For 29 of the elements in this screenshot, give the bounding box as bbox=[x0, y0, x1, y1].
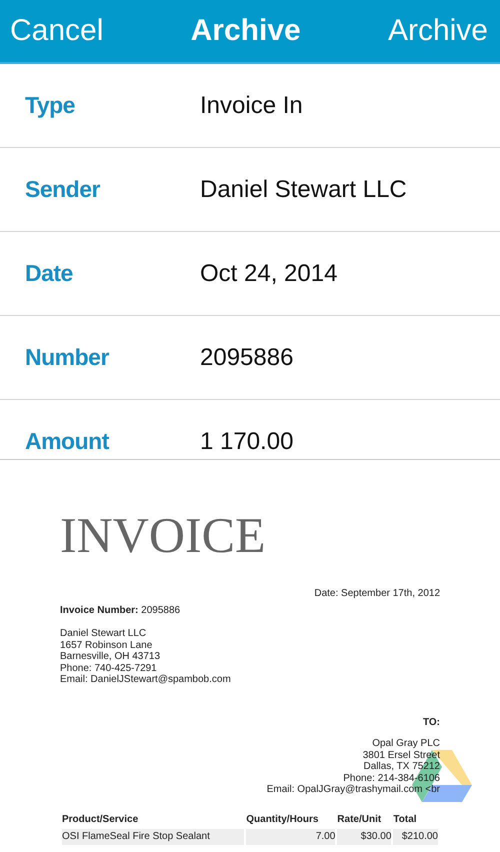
field-label: Sender bbox=[25, 176, 102, 203]
sender-address-line: Daniel Stewart LLC bbox=[60, 628, 148, 640]
recipient-address-line: Opal Gray PLC bbox=[372, 738, 440, 750]
field-label: Date bbox=[25, 260, 74, 287]
to-label: TO: bbox=[422, 716, 440, 728]
column-header: Rate/Unit bbox=[337, 812, 382, 826]
field-value[interactable]: 1 170.00 bbox=[200, 428, 294, 456]
invoice-date: Date: September 17th, 2012 bbox=[314, 588, 440, 599]
sender-address-line: Email: DanielJStewart@spambob.com bbox=[60, 674, 232, 686]
table-cell: 7.00 bbox=[246, 829, 336, 844]
field-value[interactable]: Oct 24, 2014 bbox=[200, 260, 338, 288]
invoice-heading: INVOICE bbox=[60, 510, 267, 560]
sender-address-line: Barnesville, OH 43713 bbox=[60, 651, 162, 662]
field-value[interactable]: Invoice In bbox=[200, 92, 303, 120]
field-label: Type bbox=[25, 92, 76, 119]
sender-address-line: Phone: 740-425-7291 bbox=[60, 662, 158, 674]
field-value[interactable]: Daniel Stewart LLC bbox=[200, 176, 407, 204]
screen-title: Archive bbox=[190, 14, 301, 48]
field-label: Number bbox=[25, 344, 110, 371]
field-value[interactable]: 2095886 bbox=[200, 344, 294, 372]
column-header: Total bbox=[393, 812, 418, 826]
field-label: Amount bbox=[25, 428, 110, 455]
table-cell: $30.00 bbox=[337, 829, 392, 844]
column-header: Product/Service bbox=[62, 812, 140, 826]
table-cell: $210.00 bbox=[393, 829, 438, 844]
invoice-number: Invoice Number: 2095886 bbox=[60, 604, 182, 616]
sender-address-line: 1657 Robinson Lane bbox=[60, 640, 154, 651]
table-cell: OSI FlameSeal Fire Stop Sealant bbox=[62, 829, 244, 844]
column-header: Quantity/Hours bbox=[246, 812, 320, 826]
